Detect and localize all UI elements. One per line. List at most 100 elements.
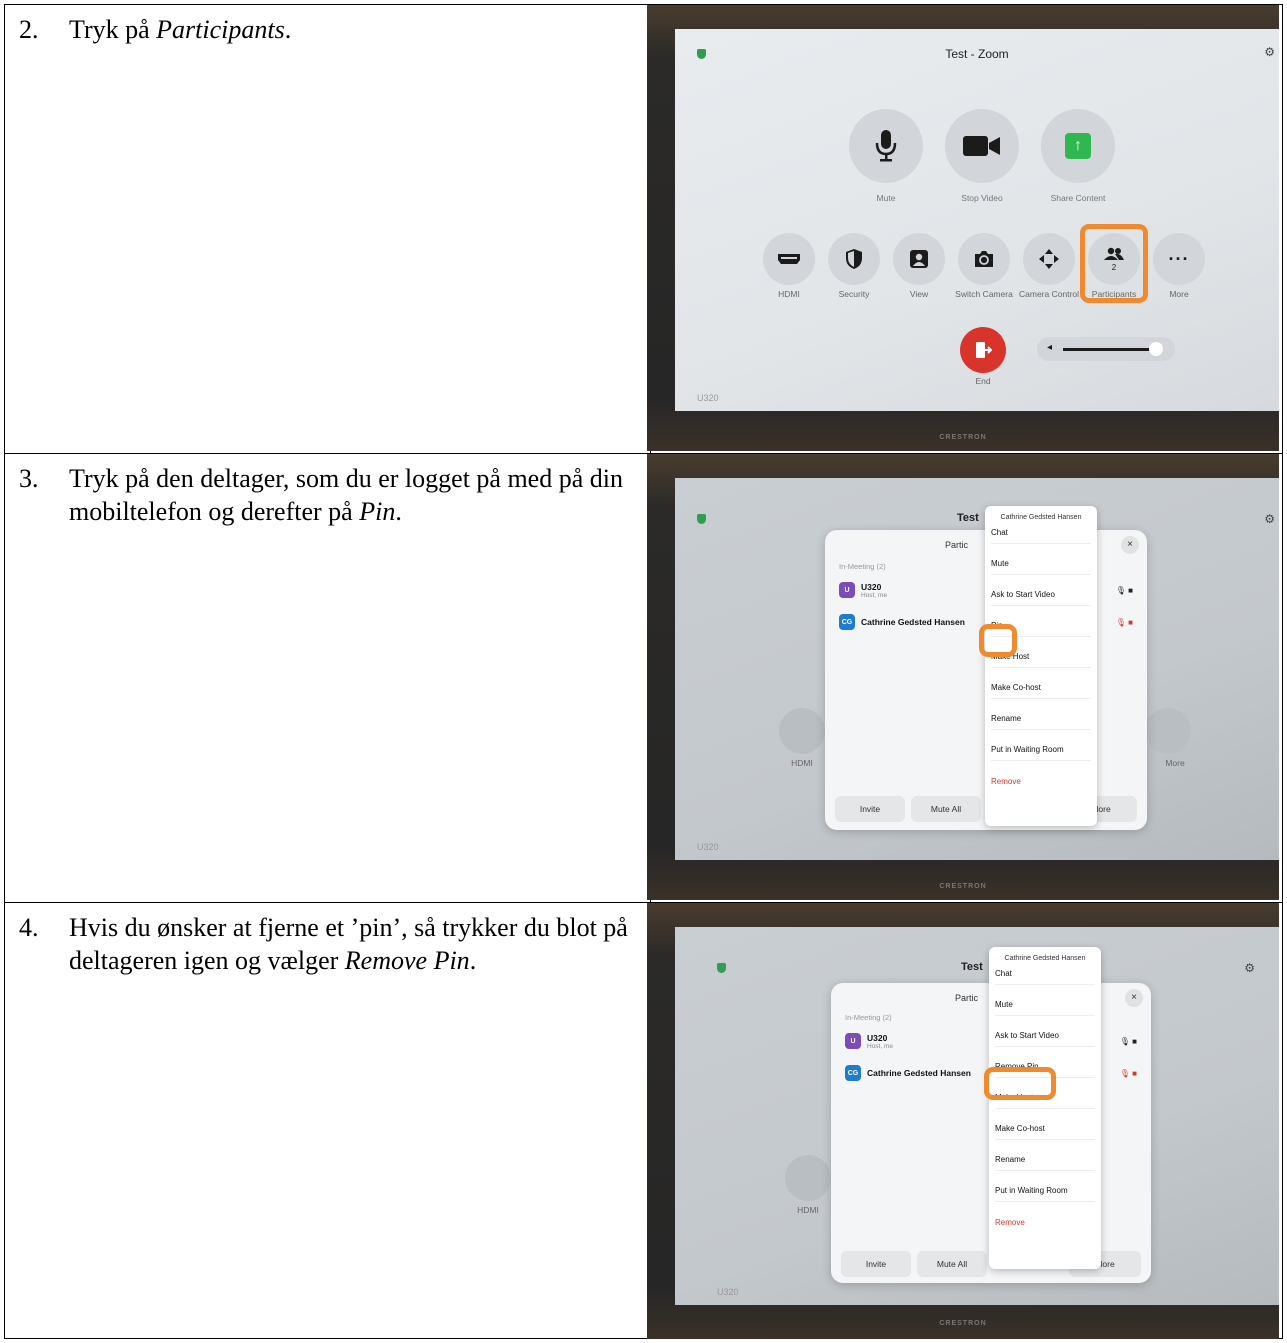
screenshot-photo-1: ⚙ Test - Zoom Mute Stop Video ↑ Share Co… — [647, 5, 1279, 451]
meeting-title: Test — [961, 961, 983, 973]
participant-row[interactable]: CG Cathrine Gedsted Hansen — [839, 610, 965, 634]
share-wrapper: ↑ — [1041, 109, 1115, 183]
participant-name: Cathrine Gedsted Hansen — [861, 617, 965, 627]
mute-button[interactable] — [849, 109, 923, 183]
step-text: Tryk på — [69, 15, 157, 44]
menu-item-chat[interactable]: Chat — [995, 955, 1095, 985]
menu-item-mute[interactable]: Mute — [991, 545, 1091, 575]
screenshot-photo-2: ⚙ Test HDMI More Partic × In-Meeting (2)… — [647, 454, 1279, 900]
remove-pin-highlight — [984, 1067, 1056, 1100]
step-text-end: . — [469, 946, 477, 975]
volume-track — [1063, 348, 1151, 351]
volume-slider[interactable]: ◂ — [1037, 337, 1175, 361]
share-content-label: Share Content — [1050, 193, 1106, 203]
mute-all-button[interactable]: Mute All — [917, 1251, 987, 1277]
security-button[interactable] — [828, 233, 880, 285]
avatar: U — [839, 582, 855, 598]
menu-item-remove[interactable]: Remove — [991, 762, 1091, 792]
step-text-end: . — [284, 15, 292, 44]
stop-video-label: Stop Video — [961, 193, 1003, 203]
step-description: Tryk på Participants. — [69, 13, 639, 46]
crestron-logo: CRESTRON — [939, 1320, 987, 1327]
view-label: View — [909, 289, 929, 299]
menu-item-waiting-room[interactable]: Put in Waiting Room — [995, 1172, 1095, 1202]
step-emphasis: Remove Pin — [344, 946, 470, 975]
step-text-end: . — [395, 497, 402, 526]
avatar: U — [845, 1033, 861, 1049]
step-description: Hvis du ønsker at fjerne et ’pin’, så tr… — [69, 911, 639, 977]
more-button[interactable]: ··· — [1153, 233, 1205, 285]
menu-item-make-cohost[interactable]: Make Co-host — [991, 669, 1091, 699]
view-button[interactable] — [893, 233, 945, 285]
hdmi-icon — [763, 233, 815, 285]
camera-control-button[interactable] — [1023, 233, 1075, 285]
menu-item-mute[interactable]: Mute — [995, 986, 1095, 1016]
menu-item-ask-video[interactable]: Ask to Start Video — [991, 576, 1091, 606]
speaker-icon: ◂ — [1047, 342, 1053, 353]
settings-gear-icon[interactable]: ⚙ — [1264, 512, 1275, 526]
invite-button[interactable]: Invite — [835, 796, 905, 822]
participants-highlight — [1080, 224, 1148, 303]
switch-camera-label: Switch Camera — [955, 289, 1013, 299]
in-meeting-header: In-Meeting (2) — [839, 562, 886, 571]
menu-item-chat[interactable]: Chat — [991, 514, 1091, 544]
menu-item-rename[interactable]: Rename — [995, 1141, 1095, 1171]
camera-switch-icon — [958, 233, 1010, 285]
more-label-bg: More — [1165, 758, 1185, 768]
step-description: Tryk på den deltager, som du er logget p… — [69, 462, 639, 528]
menu-item-waiting-room[interactable]: Put in Waiting Room — [991, 731, 1091, 761]
avatar: CG — [839, 614, 855, 630]
participant-row[interactable]: U U320 Host, me — [839, 578, 887, 602]
mute-all-button[interactable]: Mute All — [911, 796, 981, 822]
touch-panel-screen: ⚙ Test - Zoom Mute Stop Video ↑ Share Co… — [675, 29, 1279, 411]
step-text: Tryk på den deltager, som du er logget p… — [69, 464, 623, 526]
close-icon[interactable]: × — [1121, 536, 1139, 554]
step-number: 3. — [19, 464, 39, 493]
menu-item-make-cohost[interactable]: Make Co-host — [995, 1110, 1095, 1140]
share-arrow-icon: ↑ — [1065, 133, 1091, 159]
more-label: More — [1169, 289, 1189, 299]
participant-row[interactable]: CG Cathrine Gedsted Hansen — [845, 1061, 971, 1085]
microphone-icon — [849, 109, 923, 183]
end-label: End — [975, 376, 991, 386]
stop-video-button[interactable] — [945, 109, 1019, 183]
mic-video-icon: 🎙 ■ — [1119, 1037, 1137, 1046]
touch-panel-screen: ⚙ Test HDMI More Partic × In-Meeting (2)… — [675, 478, 1279, 860]
in-meeting-header: In-Meeting (2) — [845, 1013, 892, 1022]
share-content-button[interactable]: ↑ — [1041, 109, 1115, 183]
pin-highlight — [979, 624, 1017, 657]
screenshot-photo-3: ⚙ Test HDMI Partic × In-Meeting (2) U U3… — [647, 903, 1279, 1339]
move-arrows-icon — [1023, 233, 1075, 285]
menu-item-remove[interactable]: Remove — [995, 1203, 1095, 1233]
menu-item-rename[interactable]: Rename — [991, 700, 1091, 730]
close-icon[interactable]: × — [1125, 989, 1143, 1007]
participant-info: U320 Host, me — [867, 1033, 893, 1050]
mute-label: Mute — [876, 193, 896, 203]
mic-video-icon: 🎙 ■ — [1115, 586, 1133, 595]
switch-camera-button[interactable] — [958, 233, 1010, 285]
participant-name: Cathrine Gedsted Hansen — [867, 1068, 971, 1078]
more-button-bg — [1145, 708, 1191, 754]
video-camera-icon — [945, 109, 1019, 183]
avatar: CG — [845, 1065, 861, 1081]
menu-item-ask-video[interactable]: Ask to Start Video — [995, 1017, 1095, 1047]
volume-knob[interactable] — [1149, 342, 1163, 356]
dialog-title: Partic — [945, 540, 969, 550]
step-emphasis: Participants — [156, 15, 285, 44]
hdmi-button[interactable] — [763, 233, 815, 285]
participant-context-menu: Cathrine Gedsted Hansen Chat Mute Ask to… — [985, 506, 1097, 826]
room-name: U320 — [717, 1287, 739, 1297]
camera-control-label: Camera Control — [1019, 289, 1079, 299]
meeting-title: Test - Zoom — [945, 47, 1009, 61]
mic-video-off-icon: 🎙 ■ — [1115, 618, 1133, 627]
settings-gear-icon[interactable]: ⚙ — [1244, 961, 1255, 975]
invite-button[interactable]: Invite — [841, 1251, 911, 1277]
participant-row[interactable]: U U320 Host, me — [845, 1029, 893, 1053]
participant-name: U320 — [867, 1032, 888, 1043]
crestron-logo: CRESTRON — [939, 434, 987, 441]
meeting-title: Test — [957, 512, 979, 524]
room-name: U320 — [697, 842, 719, 852]
security-label: Security — [838, 289, 870, 299]
end-meeting-button[interactable] — [960, 327, 1006, 373]
step-number: 2. — [19, 15, 39, 44]
